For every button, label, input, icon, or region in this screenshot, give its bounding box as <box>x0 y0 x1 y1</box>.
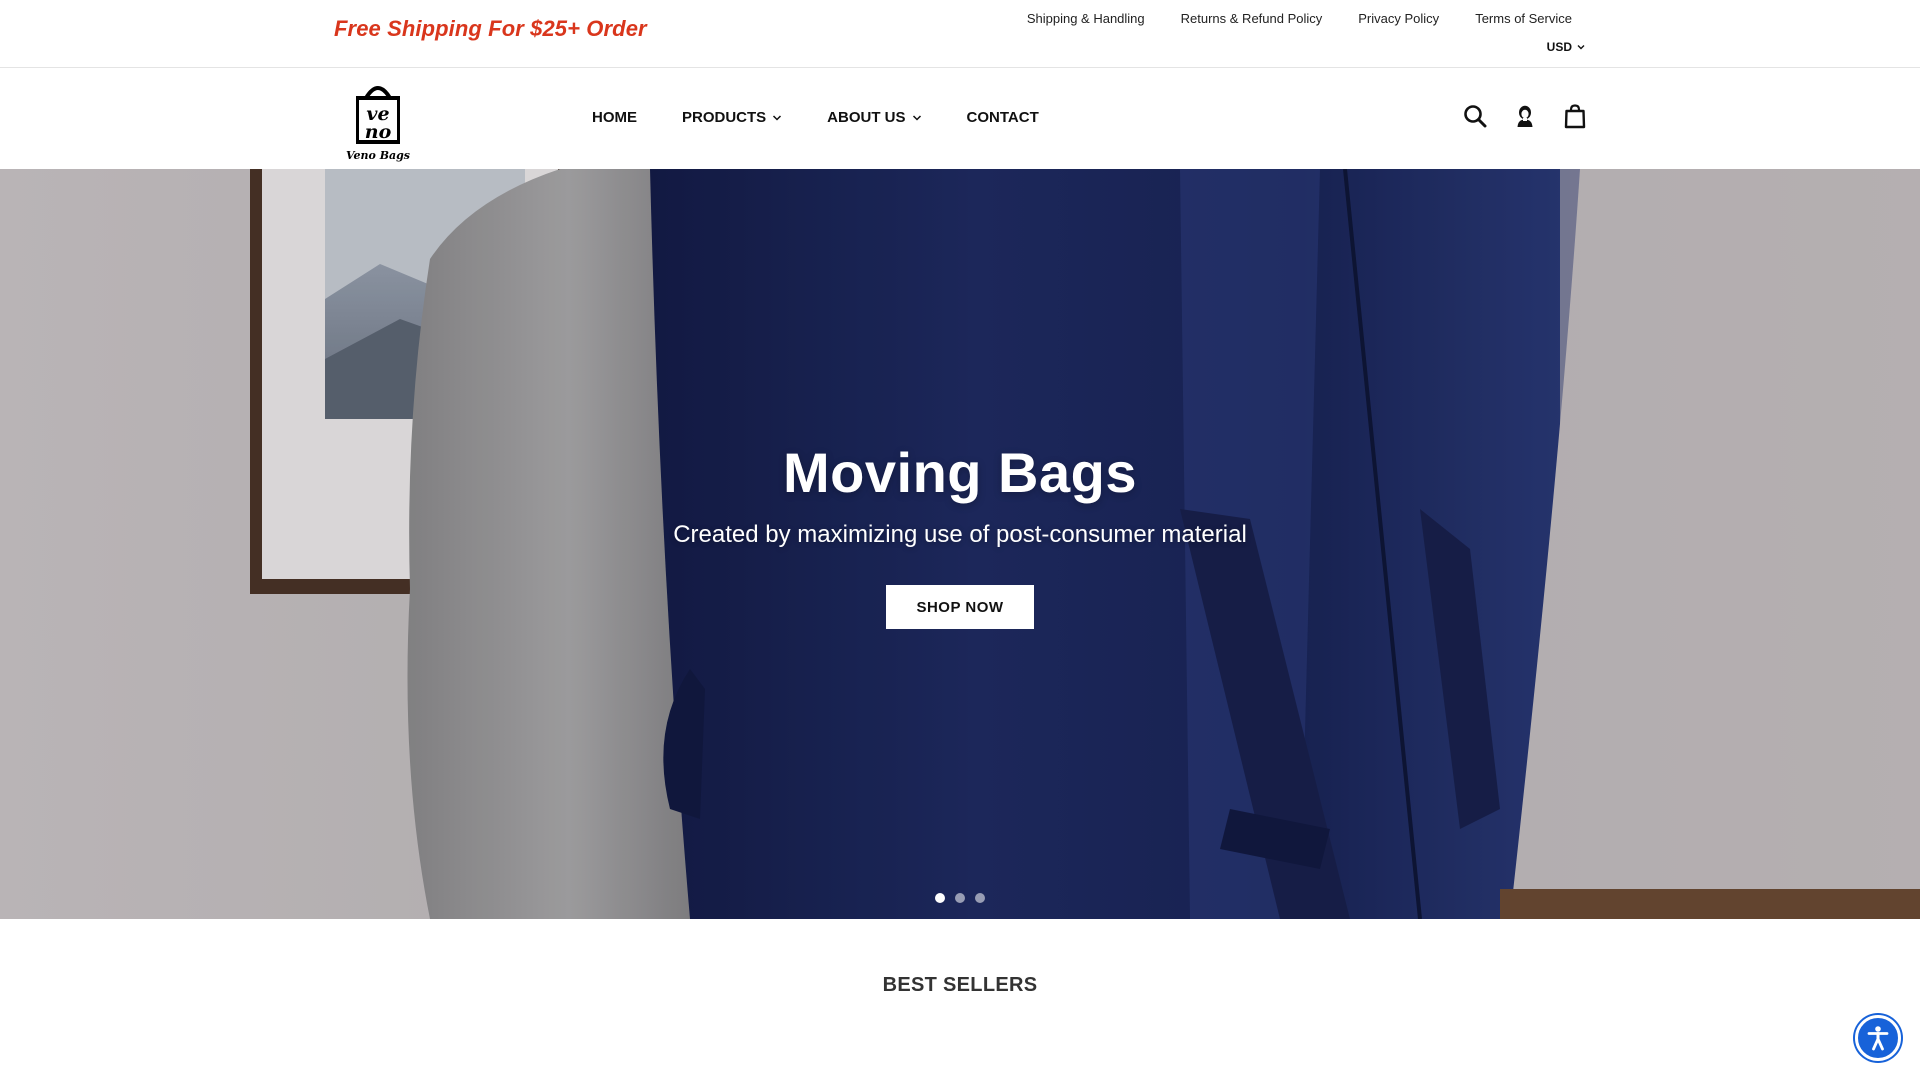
nav-products[interactable]: PRODUCTS <box>682 109 782 126</box>
svg-text:no: no <box>365 121 392 143</box>
header-actions <box>1462 103 1588 129</box>
nav-contact[interactable]: CONTACT <box>967 109 1039 126</box>
chevron-down-icon <box>912 114 921 121</box>
nav-home[interactable]: HOME <box>592 109 637 126</box>
slide-dot-2[interactable] <box>955 893 965 903</box>
hero-title: Moving Bags <box>783 441 1137 504</box>
slide-dot-3[interactable] <box>975 893 985 903</box>
accessibility-icon <box>1867 1026 1889 1051</box>
shop-now-button[interactable]: SHOP NOW <box>886 585 1034 629</box>
link-returns-refund[interactable]: Returns & Refund Policy <box>1181 11 1323 26</box>
chevron-down-icon <box>1577 45 1585 50</box>
currency-selector[interactable]: USD <box>1547 40 1586 54</box>
policy-links: Shipping & Handling Returns & Refund Pol… <box>1027 11 1572 26</box>
announcement-bar: Free Shipping For $25+ Order Shipping & … <box>0 0 1920 68</box>
veno-bags-logo[interactable]: ve no Veno Bags <box>338 76 418 164</box>
link-shipping-handling[interactable]: Shipping & Handling <box>1027 11 1145 26</box>
search-icon[interactable] <box>1462 103 1488 129</box>
logo-mark: ve no Veno Bags <box>346 86 410 162</box>
link-terms-of-service[interactable]: Terms of Service <box>1475 11 1572 26</box>
nav-about-us[interactable]: ABOUT US <box>827 109 921 126</box>
free-shipping-banner: Free Shipping For $25+ Order <box>334 16 647 41</box>
cart-icon[interactable] <box>1562 103 1588 129</box>
accessibility-button[interactable] <box>1855 1015 1901 1061</box>
link-privacy-policy[interactable]: Privacy Policy <box>1358 11 1439 26</box>
hero-subtitle: Created by maximizing use of post-consum… <box>673 521 1247 548</box>
best-sellers-heading: BEST SELLERS <box>882 974 1038 996</box>
site-header: ve no Veno Bags HOME PRODUCTS ABOUT US C… <box>0 69 1920 169</box>
chevron-down-icon <box>773 114 782 121</box>
slide-dot-1[interactable] <box>935 893 945 903</box>
slider-pagination <box>0 893 1920 903</box>
account-icon[interactable] <box>1512 103 1538 129</box>
main-nav: HOME PRODUCTS ABOUT US CONTACT <box>592 109 1084 126</box>
hero-slider: Moving Bags Created by maximizing use of… <box>0 169 1920 919</box>
currency-label: USD <box>1546 40 1572 54</box>
svg-text:Veno Bags: Veno Bags <box>346 149 410 162</box>
